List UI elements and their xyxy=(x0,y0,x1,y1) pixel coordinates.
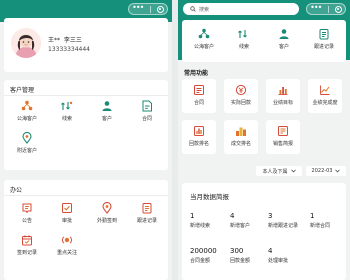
home-page: 搜索 ••• 公海客户 线索 客户 跟进记录 常用功能 合同 实际回款 业绩目标… xyxy=(178,0,350,280)
search-input[interactable]: 搜索 xyxy=(183,3,299,15)
search-icon xyxy=(190,6,196,12)
section-title: 办公 xyxy=(10,187,23,194)
func-completion[interactable]: 业绩完成度 xyxy=(308,79,342,113)
approval-icon xyxy=(62,203,72,213)
func-payment[interactable]: 实际回款 xyxy=(224,79,258,113)
payment-icon xyxy=(235,84,247,96)
clue-icon xyxy=(61,101,73,110)
chevron-down-icon xyxy=(290,169,296,173)
quick-customer[interactable]: 客户 xyxy=(266,28,302,50)
quick-sea-customer[interactable]: 公海客户 xyxy=(186,28,222,50)
user-name: 王** 李三三 xyxy=(48,37,82,44)
followup-icon xyxy=(142,203,152,214)
menu-approval[interactable]: 审批 xyxy=(49,202,85,224)
mini-program-capsule[interactable]: ••• xyxy=(306,3,346,15)
quick-clue[interactable]: 线索 xyxy=(226,28,262,50)
month-select[interactable]: 2022-03 xyxy=(306,166,346,176)
func-contract[interactable]: 合同 xyxy=(182,79,216,113)
menu-customer[interactable]: 客户 xyxy=(89,100,125,122)
target-icon xyxy=(278,87,288,95)
stat-new-customer[interactable]: 4 新增客户 xyxy=(230,212,270,229)
more-icon[interactable]: ••• xyxy=(132,3,144,12)
notice-icon xyxy=(22,203,32,214)
sales-brief-icon xyxy=(278,126,288,136)
payment-rank-icon xyxy=(194,126,204,136)
stat-new-followup[interactable]: 3 新增跟进记录 xyxy=(268,212,308,229)
nearby-customer-icon xyxy=(22,132,32,144)
avatar[interactable] xyxy=(11,28,41,58)
stat-approvals[interactable]: 4 处理审批 xyxy=(268,247,308,264)
scope-select[interactable]: 本人及下属 xyxy=(256,166,302,176)
contract-icon xyxy=(142,100,152,112)
menu-sea-customer[interactable]: 公海客户 xyxy=(9,100,45,122)
mini-program-capsule[interactable]: ••• xyxy=(128,3,168,15)
sea-customer-icon xyxy=(198,28,210,39)
menu-field-checkin[interactable]: 外勤签到 xyxy=(89,202,125,224)
menu-checkin-record[interactable]: 签到记录 xyxy=(9,234,45,256)
checkin-record-icon xyxy=(22,235,32,246)
func-deal-rank[interactable]: 成交排名 xyxy=(224,120,258,154)
menu-contract[interactable]: 合同 xyxy=(129,100,165,122)
menu-notice[interactable]: 公告 xyxy=(9,202,45,224)
contract-icon xyxy=(194,85,204,95)
quick-followup[interactable]: 跟进记录 xyxy=(306,28,342,50)
stat-payment-amount[interactable]: 300 回款金额 xyxy=(230,247,270,264)
stat-new-clue[interactable]: 1 新增线索 xyxy=(190,212,230,229)
user-phone: 13333334444 xyxy=(48,46,90,53)
monthly-brief-title: 当月数据简报 xyxy=(190,193,229,201)
field-checkin-icon xyxy=(102,202,112,214)
search-placeholder: 搜索 xyxy=(199,6,210,13)
func-sales-brief[interactable]: 销售简报 xyxy=(266,120,300,154)
completion-icon xyxy=(320,85,330,95)
office-card: 办公 公告 审批 外勤签到 跟进记录 签到记录 重点关注 xyxy=(4,180,168,280)
quick-nav-card: 公海客户 线索 客户 跟进记录 xyxy=(182,20,346,62)
profile-page: ••• 王** 李三三 13333334444 客户管理 公海客户 线索 客户 … xyxy=(0,0,172,280)
close-icon[interactable] xyxy=(156,5,164,13)
menu-nearby-customer[interactable]: 附近客户 xyxy=(9,132,45,154)
monthly-brief-card: 当月数据简报 1 新增线索 4 新增客户 3 新增跟进记录 1 新增合同 200… xyxy=(182,183,346,280)
chevron-down-icon xyxy=(335,169,341,173)
customer-icon xyxy=(102,101,112,111)
sea-customer-icon xyxy=(21,100,33,111)
close-icon[interactable] xyxy=(334,5,342,13)
deal-rank-icon xyxy=(236,127,246,136)
focus-icon xyxy=(62,236,72,244)
func-payment-rank[interactable]: 回款排名 xyxy=(182,120,216,154)
stat-contract-amount[interactable]: 200000 合同金额 xyxy=(190,247,230,264)
customer-icon xyxy=(279,29,289,39)
section-title: 客户管理 xyxy=(10,87,35,94)
common-functions-title: 常用功能 xyxy=(184,70,209,77)
followup-icon xyxy=(319,29,329,40)
more-icon[interactable]: ••• xyxy=(310,3,322,12)
menu-followup[interactable]: 跟进记录 xyxy=(129,202,165,224)
stat-new-contract[interactable]: 1 新增合同 xyxy=(310,212,350,229)
profile-card[interactable]: 王** 李三三 13333334444 xyxy=(4,18,168,72)
menu-focus[interactable]: 重点关注 xyxy=(49,234,85,256)
customer-management-card: 客户管理 公海客户 线索 客户 合同 附近客户 xyxy=(4,80,168,170)
clue-icon xyxy=(238,30,247,38)
func-target[interactable]: 业绩目标 xyxy=(266,79,300,113)
menu-clue[interactable]: 线索 xyxy=(49,100,85,122)
